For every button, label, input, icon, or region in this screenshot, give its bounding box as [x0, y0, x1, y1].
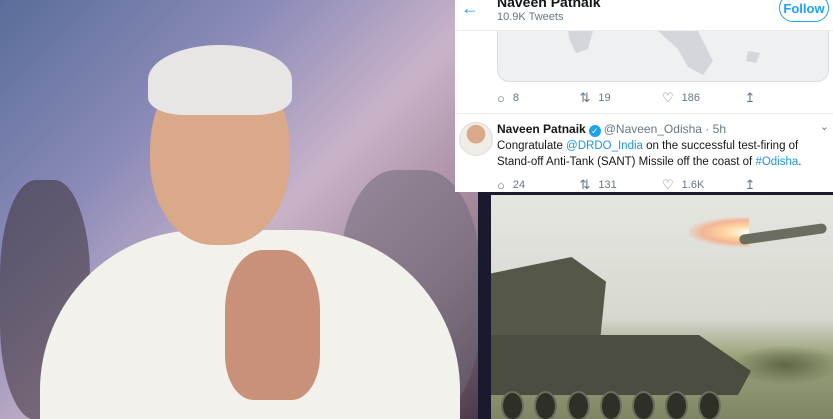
reply-icon: ○ [497, 177, 505, 193]
share-button[interactable]: ↥ [745, 88, 828, 108]
twitter-screenshot: ← Naveen Patnaik 10.9K Tweets Follow ○ 8 … [455, 0, 833, 192]
chevron-down-icon[interactable]: ⌄ [820, 120, 829, 133]
like-button[interactable]: ♡ 186 [662, 88, 745, 108]
folded-hands [225, 250, 320, 400]
share-icon: ↥ [744, 90, 756, 105]
reply-button[interactable]: ○ 24 [497, 175, 580, 193]
tank-launcher [491, 257, 606, 339]
tweet-header: Naveen Patnaik ✓ @Naveen_Odisha · 5h [497, 122, 726, 137]
author-handle: @Naveen_Odisha [603, 122, 702, 136]
arrow-left-icon[interactable]: ← [461, 0, 479, 19]
divider [455, 113, 833, 114]
heart-icon: ♡ [662, 177, 674, 192]
profile-header: ← Naveen Patnaik 10.9K Tweets Follow [455, 0, 833, 31]
missile [738, 222, 828, 246]
reply-button[interactable]: ○ 8 [497, 88, 580, 108]
tweet-actions: ○ 8 ⇅ 19 ♡ 186 ↥ [497, 88, 827, 108]
retweet-icon: ⇅ [579, 177, 591, 192]
retweet-button[interactable]: ⇅ 19 [580, 88, 663, 108]
avatar[interactable] [459, 122, 493, 156]
author-name[interactable]: Naveen Patnaik [497, 122, 586, 136]
tweet-time[interactable]: 5h [713, 122, 726, 136]
tank-hull [491, 335, 751, 395]
missile-launch-photo [491, 195, 833, 419]
map-media-card[interactable] [497, 31, 829, 82]
world-map-image [568, 31, 760, 75]
retweet-icon: ⇅ [579, 90, 591, 105]
verified-badge-icon: ✓ [588, 125, 601, 137]
retweet-count: 19 [598, 92, 611, 104]
heart-icon: ♡ [662, 90, 674, 105]
reply-count: 8 [512, 92, 519, 104]
hair [148, 45, 292, 115]
share-icon: ↥ [744, 177, 756, 192]
tweet-text: Congratulate @DRDO_India on the successf… [497, 140, 802, 168]
follow-button[interactable]: Follow [779, 0, 829, 22]
hashtag-link[interactable]: #Odisha [755, 156, 798, 168]
mention-link[interactable]: @DRDO_India [566, 140, 643, 152]
profile-name: Naveen Patnaik [497, 0, 601, 10]
retweet-button[interactable]: ⇅ 131 [580, 175, 663, 192]
tank-wheels [501, 391, 722, 419]
like-count: 186 [681, 92, 701, 104]
like-count: 1.6K [681, 179, 705, 191]
tweet-actions: ○ 24 ⇅ 131 ♡ 1.6K ↥ [497, 175, 827, 192]
reply-count: 24 [512, 179, 526, 191]
like-button[interactable]: ♡ 1.6K [662, 175, 745, 192]
dust-cloud [731, 345, 833, 385]
retweet-count: 131 [598, 179, 617, 191]
portrait-photo [0, 0, 478, 419]
share-button[interactable]: ↥ [745, 175, 828, 192]
reply-icon: ○ [497, 90, 505, 106]
tweet-count: 10.9K Tweets [497, 11, 564, 23]
